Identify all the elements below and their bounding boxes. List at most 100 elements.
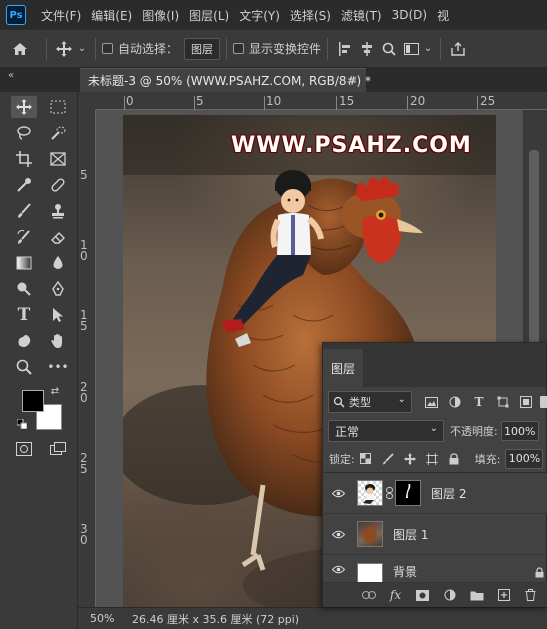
- chevron-down-icon[interactable]: ⌄: [75, 43, 89, 54]
- quick-selection-tool-icon[interactable]: [45, 122, 71, 144]
- blend-mode-value: 正常: [335, 424, 360, 439]
- layer-row[interactable]: 图层 2: [323, 473, 547, 514]
- more-tools-icon[interactable]: •••: [45, 356, 71, 378]
- move-tool-icon[interactable]: [53, 40, 75, 57]
- menu-filter[interactable]: 滤镜(T): [336, 7, 387, 24]
- lock-transparency-icon[interactable]: [355, 449, 377, 469]
- foreground-color-swatch[interactable]: [22, 390, 44, 412]
- chevron-down-icon[interactable]: ⌄: [422, 43, 434, 54]
- share-icon[interactable]: [447, 41, 469, 56]
- crop-tool-icon[interactable]: [11, 148, 37, 170]
- gradient-tool-icon[interactable]: [11, 252, 37, 274]
- tab-layers[interactable]: 图层: [323, 349, 363, 387]
- layer-filter-value: 类型: [349, 396, 371, 409]
- move-tool-icon[interactable]: [11, 96, 37, 118]
- add-mask-icon[interactable]: [409, 589, 436, 601]
- chain-link-icon[interactable]: [383, 487, 395, 499]
- lasso-tool-icon[interactable]: [11, 122, 37, 144]
- home-icon[interactable]: [0, 42, 40, 56]
- layer-thumbnail[interactable]: [357, 521, 383, 547]
- menu-type[interactable]: 文字(Y): [234, 7, 285, 24]
- opacity-input[interactable]: 100%: [500, 421, 539, 441]
- eye-icon[interactable]: [323, 530, 353, 539]
- type-tool-icon[interactable]: T: [11, 304, 37, 326]
- document-tab[interactable]: 未标题-3 @ 50% (WWW.PSAHZ.COM, RGB/8#) * ×: [80, 68, 371, 92]
- zoom-tool-icon[interactable]: [11, 356, 37, 378]
- layer-thumbnail[interactable]: [357, 563, 383, 582]
- close-icon[interactable]: ×: [349, 73, 358, 86]
- dodge-tool-icon[interactable]: [11, 278, 37, 300]
- blend-mode-dropdown[interactable]: 正常 ⌄: [328, 420, 444, 442]
- new-layer-icon[interactable]: [490, 589, 517, 601]
- ruler-label: 10: [266, 94, 282, 108]
- folder-icon[interactable]: [463, 590, 490, 601]
- blend-row: 正常 ⌄ 不透明度: 100%: [323, 417, 547, 445]
- filter-shape-icon[interactable]: [491, 392, 515, 412]
- filter-pixel-icon[interactable]: [420, 392, 444, 412]
- layer-name[interactable]: 图层 2: [431, 485, 466, 502]
- filter-type-icon[interactable]: T: [467, 392, 491, 412]
- layer-filter-dropdown[interactable]: 类型 ⌄: [328, 391, 412, 413]
- collapse-panels-icon[interactable]: «: [8, 70, 14, 81]
- filter-toggle-icon[interactable]: [540, 396, 547, 408]
- brush-tool-icon[interactable]: [11, 200, 37, 222]
- delete-layer-icon[interactable]: [517, 589, 544, 601]
- horizontal-ruler[interactable]: 0 5 10 15 20 25: [96, 92, 547, 110]
- fx-icon[interactable]: fx: [382, 588, 409, 602]
- ruler-label: 0: [126, 94, 134, 108]
- document-info[interactable]: 26.46 厘米 x 35.6 厘米 (72 ppi): [128, 611, 299, 627]
- menu-edit[interactable]: 编辑(E): [86, 7, 137, 24]
- screen-mode-icon[interactable]: [45, 438, 71, 460]
- link-layers-icon[interactable]: [355, 591, 382, 599]
- eraser-tool-icon[interactable]: [45, 226, 71, 248]
- ruler-tick: [124, 96, 125, 110]
- align-left-icon[interactable]: [334, 41, 356, 56]
- menu-3d[interactable]: 3D(D): [387, 8, 432, 22]
- lock-pixels-icon[interactable]: [377, 449, 399, 469]
- vertical-ruler[interactable]: 5 1 0 1 5 2 0 2 5 3 0: [78, 110, 96, 607]
- align-center-icon[interactable]: [356, 41, 378, 56]
- blur-tool-icon[interactable]: [45, 252, 71, 274]
- shape-tool-icon[interactable]: [11, 330, 37, 352]
- path-selection-tool-icon[interactable]: [45, 304, 71, 326]
- default-colors-icon[interactable]: [16, 418, 28, 430]
- eye-icon[interactable]: [323, 563, 353, 574]
- search-icon[interactable]: [378, 42, 400, 56]
- zoom-level[interactable]: 50%: [78, 612, 128, 625]
- adjustment-layer-icon[interactable]: [436, 589, 463, 601]
- layer-thumbnail[interactable]: [357, 480, 383, 506]
- auto-select-checkbox[interactable]: [102, 43, 113, 54]
- lock-artboard-icon[interactable]: [421, 449, 443, 469]
- frame-tool-icon[interactable]: [45, 148, 71, 170]
- workspace-icon[interactable]: [400, 42, 422, 55]
- show-transform-checkbox[interactable]: [233, 43, 245, 54]
- filter-adjustment-icon[interactable]: [444, 392, 468, 412]
- layer-name[interactable]: 图层 1: [393, 526, 428, 543]
- layer-row[interactable]: 背景: [323, 555, 547, 583]
- menu-image[interactable]: 图像(I): [137, 7, 184, 24]
- lock-all-icon[interactable]: [443, 449, 465, 469]
- layer-row[interactable]: 图层 1: [323, 514, 547, 555]
- healing-brush-tool-icon[interactable]: [45, 174, 71, 196]
- eye-icon[interactable]: [323, 489, 353, 498]
- auto-select-target-dropdown[interactable]: 图层: [184, 37, 221, 60]
- layer-name[interactable]: 背景: [393, 563, 417, 580]
- marquee-tool-icon[interactable]: [45, 96, 71, 118]
- eyedropper-tool-icon[interactable]: [11, 174, 37, 196]
- swap-colors-icon[interactable]: ⇄: [48, 384, 62, 398]
- fill-input[interactable]: 100%: [505, 448, 544, 469]
- hand-tool-icon[interactable]: [45, 330, 71, 352]
- layer-mask-thumbnail[interactable]: [395, 480, 421, 506]
- pen-tool-icon[interactable]: [45, 278, 71, 300]
- menu-file[interactable]: 文件(F): [36, 7, 86, 24]
- menu-view[interactable]: 视: [432, 7, 454, 24]
- ruler-label: 15: [339, 94, 355, 108]
- menu-select[interactable]: 选择(S): [285, 7, 336, 24]
- history-brush-tool-icon[interactable]: [11, 226, 37, 248]
- menu-layer[interactable]: 图层(L): [184, 7, 234, 24]
- quick-mask-icon[interactable]: [11, 438, 37, 460]
- filter-smart-object-icon[interactable]: [514, 392, 538, 412]
- document-tab-strip: « 未标题-3 @ 50% (WWW.PSAHZ.COM, RGB/8#) * …: [0, 68, 547, 92]
- stamp-tool-icon[interactable]: [45, 200, 71, 222]
- lock-position-icon[interactable]: [399, 449, 421, 469]
